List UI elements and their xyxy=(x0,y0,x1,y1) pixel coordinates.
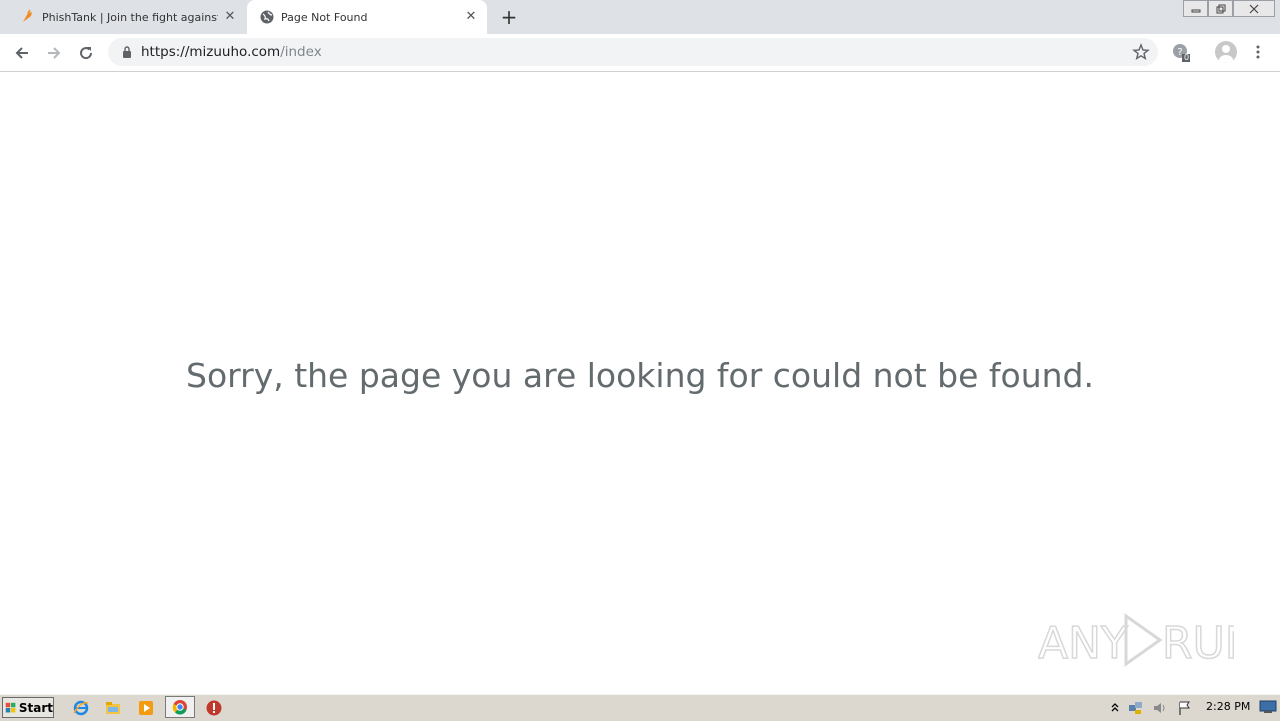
start-button[interactable]: Start xyxy=(2,697,54,718)
windows-logo-icon xyxy=(5,702,16,712)
tab-strip: PhishTank | Join the fight against phish… xyxy=(0,0,1280,34)
lock-icon xyxy=(123,46,131,58)
extension-badge: 0 xyxy=(1184,53,1190,62)
profile-avatar[interactable] xyxy=(1215,41,1237,63)
show-hidden-icons-icon[interactable] xyxy=(1110,701,1120,713)
svg-text:RUN: RUN xyxy=(1162,618,1234,669)
taskbar-clock[interactable]: 2:28 PM xyxy=(1206,700,1250,713)
restore-icon xyxy=(1216,4,1225,13)
tab-label: PhishTank | Join the fight against phish… xyxy=(42,10,218,24)
reload-icon xyxy=(80,47,93,60)
close-icon[interactable]: ✕ xyxy=(222,9,238,25)
browser-toolbar: https://mizuuho.com/index xyxy=(0,34,1280,72)
person-icon xyxy=(1219,45,1233,63)
os-taskbar: Start 2:28 PM xyxy=(0,694,1280,721)
new-tab-button[interactable]: + xyxy=(500,7,518,27)
close-icon xyxy=(1249,4,1259,13)
tab-phishtank[interactable]: PhishTank | Join the fight against phish… xyxy=(0,0,246,34)
stop-sign-icon[interactable] xyxy=(205,699,223,717)
kebab-menu-icon[interactable] xyxy=(1252,44,1264,60)
arrow-left-icon xyxy=(15,47,28,59)
tab-page-not-found[interactable]: Page Not Found ✕ xyxy=(247,0,487,34)
chrome-taskbar-button[interactable] xyxy=(165,696,195,718)
phishtank-icon xyxy=(23,9,32,22)
url-text[interactable]: https://mizuuho.com/index xyxy=(141,44,322,60)
close-icon[interactable]: ✕ xyxy=(463,9,479,25)
svg-text:ANY: ANY xyxy=(1038,618,1128,669)
volume-icon[interactable] xyxy=(1152,700,1168,716)
address-bar[interactable]: https://mizuuho.com/index xyxy=(108,38,1158,66)
svg-text:?: ? xyxy=(1177,47,1182,58)
not-found-message: Sorry, the page you are looking for coul… xyxy=(186,356,1094,395)
minimize-button[interactable] xyxy=(1183,0,1208,17)
reload-button[interactable] xyxy=(75,42,97,64)
media-player-icon[interactable] xyxy=(137,699,155,717)
close-window-button[interactable] xyxy=(1233,0,1275,17)
network-icon[interactable] xyxy=(1128,700,1144,716)
arrow-right-icon xyxy=(48,47,61,59)
maximize-button[interactable] xyxy=(1208,0,1233,17)
extension-button[interactable]: ? 0 xyxy=(1171,42,1191,62)
action-center-flag-icon[interactable] xyxy=(1177,700,1193,716)
chrome-icon xyxy=(172,700,187,715)
minimize-icon xyxy=(1191,9,1200,12)
url-host: https://mizuuho.com xyxy=(141,44,281,60)
anyrun-watermark-logo: ANY RUN xyxy=(1038,613,1234,670)
file-explorer-icon[interactable] xyxy=(104,699,122,717)
internet-explorer-icon[interactable] xyxy=(72,699,90,717)
bookmark-star-icon[interactable] xyxy=(1132,43,1150,61)
tab-label: Page Not Found xyxy=(281,10,368,24)
globe-icon xyxy=(260,10,274,24)
start-label: Start xyxy=(18,700,53,715)
forward-button[interactable] xyxy=(43,42,65,64)
url-path: /index xyxy=(280,44,322,60)
show-desktop-icon[interactable] xyxy=(1259,700,1277,714)
back-button[interactable] xyxy=(11,42,33,64)
page-content: Sorry, the page you are looking for coul… xyxy=(0,72,1280,692)
